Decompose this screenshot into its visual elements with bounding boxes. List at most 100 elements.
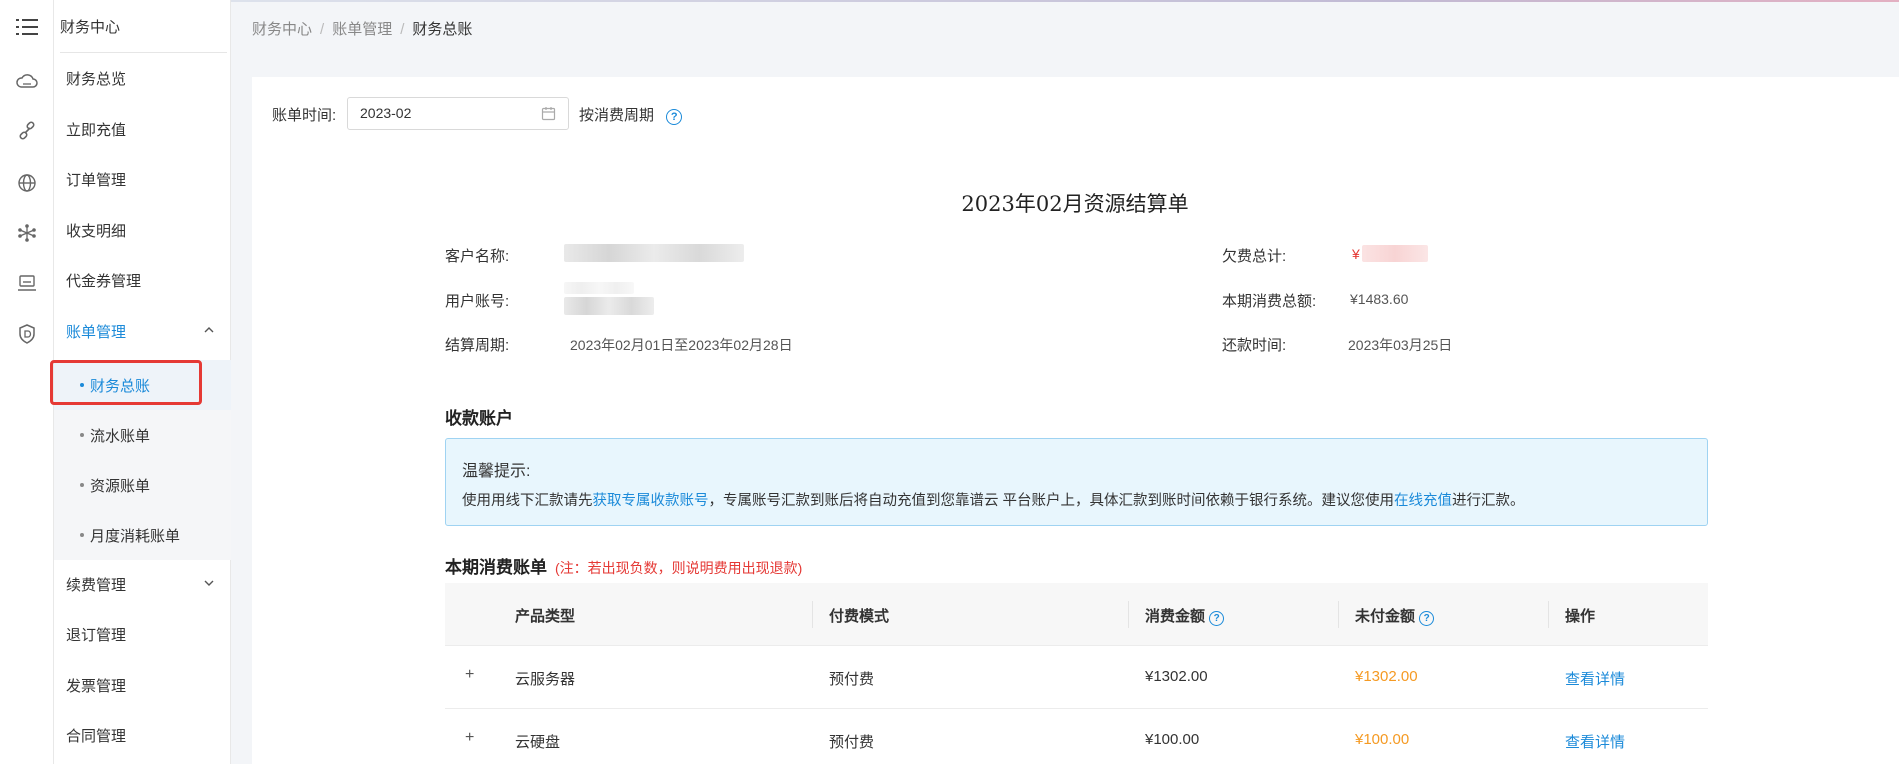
by-cycle-label: 按消费周期: [579, 107, 655, 124]
col-divider: [812, 601, 813, 628]
sidebar-item-label: 立即充值: [66, 121, 127, 139]
due-date-label: 还款时间:: [1222, 337, 1287, 354]
sidebar-subitem-flow-bills[interactable]: 流水账单: [54, 410, 231, 460]
cell-billing-mode: 预付费: [829, 671, 875, 688]
tip-text: 使用用线下汇款请先: [462, 493, 593, 509]
col-divider: [1128, 601, 1129, 628]
cloud-icon[interactable]: [14, 68, 40, 94]
network-icon[interactable]: [14, 220, 40, 246]
online-recharge-link[interactable]: 在线充值: [1394, 493, 1452, 509]
chevron-up-icon: [204, 327, 214, 333]
bullet-icon: [80, 383, 84, 387]
arrears-currency: ¥: [1352, 246, 1360, 262]
cell-amount: ¥100.00: [1145, 731, 1200, 748]
month-picker-value: 2023-02: [360, 105, 412, 121]
receipt-account-title: 收款账户: [445, 409, 513, 428]
table-row: + 云硬盘 预付费 ¥100.00 ¥100.00 查看详情: [445, 709, 1708, 764]
sidebar-subitem-label: 资源账单: [90, 477, 151, 495]
menu-toggle-icon[interactable]: [14, 14, 40, 40]
tip-body: 使用用线下汇款请先获取专属收款账号，专属账号汇款到账后将自动充值到您靠谱云 平台…: [462, 489, 1691, 510]
sidebar-item-bills[interactable]: 账单管理: [54, 306, 231, 356]
sidebar-item-label: 财务总览: [66, 70, 127, 88]
consumption-title: 本期消费账单 (注：若出现负数，则说明费用出现退款): [445, 553, 802, 578]
breadcrumb-item[interactable]: 财务中心: [252, 21, 312, 38]
view-details-link[interactable]: 查看详情: [1565, 731, 1625, 752]
sidebar-item-recharge[interactable]: 立即充值: [54, 104, 231, 154]
sidebar-item-invoices[interactable]: 发票管理: [54, 660, 231, 710]
settlement-cycle-label: 结算周期:: [445, 337, 510, 354]
sidebar-item-label: 订单管理: [66, 171, 127, 189]
bullet-icon: [80, 483, 84, 487]
period-total-label: 本期消费总额:: [1222, 293, 1317, 310]
by-cycle-option[interactable]: 按消费周期 ?: [579, 104, 683, 125]
breadcrumb-current: 财务总账: [412, 21, 473, 38]
expand-icon[interactable]: +: [465, 666, 474, 684]
arrears-total-label: 欠费总计:: [1222, 248, 1287, 265]
sidebar-subitem-label: 流水账单: [90, 427, 151, 445]
storage-icon[interactable]: [14, 270, 40, 296]
breadcrumb-item[interactable]: 账单管理: [332, 21, 392, 38]
sidebar-item-vouchers[interactable]: 代金券管理: [54, 255, 231, 305]
bullet-icon: [80, 433, 84, 437]
table-row: + 云服务器 预付费 ¥1302.00 ¥1302.00 查看详情: [445, 646, 1708, 709]
bullet-icon: [80, 533, 84, 537]
cell-unpaid: ¥1302.00: [1355, 668, 1418, 685]
sidebar-item-label: 续费管理: [66, 576, 127, 594]
cell-billing-mode: 预付费: [829, 734, 875, 751]
col-billing-mode: 付费模式: [829, 608, 890, 625]
get-account-link[interactable]: 获取专属收款账号: [593, 493, 709, 509]
user-account-label: 用户账号:: [445, 293, 510, 310]
due-date-value: 2023年03月25日: [1348, 337, 1453, 353]
sidebar-item-renewal[interactable]: 续费管理: [54, 559, 231, 609]
consumption-title-text: 本期消费账单: [445, 558, 547, 577]
consumption-table: 产品类型 付费模式 消费金额 ? 未付金额 ? 操作 + 云服务器 预付费 ¥1…: [445, 583, 1708, 764]
breadcrumb: 财务中心 / 账单管理 / 财务总账: [252, 18, 472, 39]
cell-product-type: 云服务器: [515, 671, 576, 688]
sidebar-item-label: 退订管理: [66, 626, 127, 644]
bills-submenu: 财务总账 流水账单 资源账单 月度消耗账单: [54, 360, 231, 560]
bill-time-label: 账单时间:: [272, 107, 337, 124]
help-icon[interactable]: ?: [1209, 611, 1225, 626]
settlement-cycle-value: 2023年02月01日至2023年02月28日: [570, 337, 793, 353]
month-picker[interactable]: 2023-02: [347, 97, 569, 130]
help-icon[interactable]: ?: [666, 109, 683, 125]
expand-icon[interactable]: +: [465, 729, 474, 747]
help-icon[interactable]: ?: [1419, 611, 1435, 626]
link-icon[interactable]: [14, 118, 40, 144]
tip-text: 进行汇款。: [1452, 493, 1525, 509]
col-divider: [1338, 601, 1339, 628]
cell-product-type: 云硬盘: [515, 734, 561, 751]
sidebar-subitem-label: 财务总账: [90, 377, 151, 395]
tip-box: 温馨提示: 使用用线下汇款请先获取专属收款账号，专属账号汇款到账后将自动充值到您…: [445, 438, 1708, 526]
tip-title: 温馨提示:: [462, 463, 531, 480]
tip-text: ，专属账号汇款到账后将自动充值到您靠谱云 平台账户上，具体汇款到账时间依赖于银行…: [708, 493, 1395, 509]
sidebar-item-finance-overview[interactable]: 财务总览: [54, 53, 231, 103]
sidebar-item-unsubscribe[interactable]: 退订管理: [54, 609, 231, 659]
sidebar-item-label: 收支明细: [66, 222, 127, 240]
sidebar-item-label: 账单管理: [66, 323, 127, 341]
sidebar-item-label: 合同管理: [66, 727, 127, 745]
sidebar-subitem-resource-bills[interactable]: 资源账单: [54, 460, 231, 510]
bill-title: 2023年02月资源结算单: [961, 192, 1189, 216]
sidebar-subitem-monthly-bills[interactable]: 月度消耗账单: [54, 510, 231, 560]
sidebar-item-contracts[interactable]: 合同管理: [54, 710, 231, 760]
sidebar-subitem-label: 月度消耗账单: [90, 527, 181, 545]
sidebar-subitem-general-ledger[interactable]: 财务总账: [54, 360, 231, 410]
col-amount: 消费金额 ?: [1145, 605, 1225, 626]
user-account-redacted: [564, 297, 654, 315]
shield-icon[interactable]: [14, 321, 40, 347]
customer-name-label: 客户名称:: [445, 248, 510, 265]
sidebar-item-label: 发票管理: [66, 677, 127, 695]
table-header: 产品类型 付费模式 消费金额 ? 未付金额 ? 操作: [445, 583, 1708, 646]
col-amount-label: 消费金额: [1145, 608, 1206, 625]
view-details-link[interactable]: 查看详情: [1565, 668, 1625, 689]
col-unpaid: 未付金额 ?: [1355, 605, 1435, 626]
arrears-total-redacted: [1362, 245, 1428, 262]
period-total-value: ¥1483.60: [1350, 291, 1409, 307]
sidebar-item-label: 代金券管理: [66, 272, 142, 290]
col-operation: 操作: [1565, 608, 1596, 625]
icon-rail: [0, 0, 54, 764]
cell-unpaid: ¥100.00: [1355, 731, 1410, 748]
cell-amount: ¥1302.00: [1145, 668, 1208, 685]
col-unpaid-label: 未付金额: [1355, 608, 1416, 625]
